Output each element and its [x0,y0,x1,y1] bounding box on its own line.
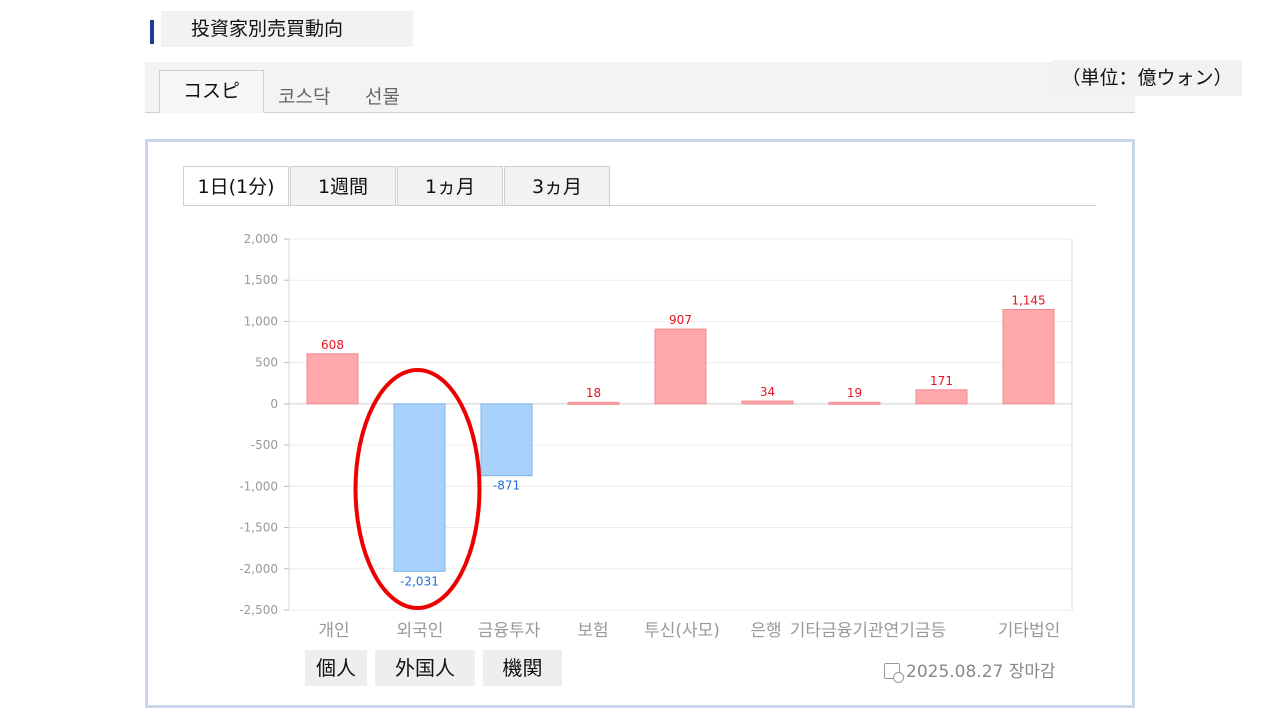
data-label: 34 [760,385,775,399]
x-category-label: 투신(사모) [644,621,720,641]
x-category-label: 개인 [318,621,349,641]
jp-label-individual: 個人 [305,650,367,686]
bar-은행 [741,400,794,405]
data-label: 907 [669,313,692,327]
data-label: -2,031 [400,574,439,588]
data-label: 608 [321,338,344,352]
y-tick-label: -2,500 [239,603,278,617]
y-tick-label: -2,000 [239,562,278,576]
y-tick-label: 1,500 [244,273,278,287]
data-label: 19 [847,386,862,400]
x-category-label: 기타법인 [998,621,1061,641]
x-category-label: 은행 [750,621,781,641]
data-label: 18 [586,386,601,400]
y-tick-label: -1,000 [239,479,278,493]
y-tick-label: 2,000 [244,232,278,246]
bar-기관연기금등 [915,389,968,405]
bar-금융투자 [480,403,533,477]
bar-기타법인 [1002,308,1055,405]
footer-date: 2025.08.27 장마감 [906,662,1056,682]
jp-label-foreigner: 外国人 [375,650,475,686]
y-tick-label: 1,000 [244,314,278,328]
bar-외국인 [393,403,446,572]
y-tick-label: 500 [255,356,278,370]
y-tick-label: 0 [270,397,278,411]
bar-투신(사모) [654,328,707,405]
bar-기타금융 [828,401,881,405]
data-label: 1,145 [1011,293,1045,307]
x-category-label: 금융투자 [478,621,541,641]
x-category-label: 보험 [577,621,608,641]
y-tick-label: -1,500 [239,521,278,535]
investor-trading-chart: 2,000 1,500 1,000 500 0 -500 -1,000 -1,500 -2,00… [239,232,1073,641]
jp-label-institution: 機関 [483,650,562,686]
calendar-clock-icon [884,663,904,683]
x-category-label: 기타금융기관연기금등 [790,621,946,641]
bar-보험 [567,401,620,405]
chart-footer: 2025.08.27 장마감 [884,660,1056,684]
y-tick-label: -500 [251,438,278,452]
bar-개인 [306,353,359,405]
x-category-label: 외국인 [397,621,444,641]
data-label: 171 [930,374,953,388]
data-label: -871 [493,479,520,493]
